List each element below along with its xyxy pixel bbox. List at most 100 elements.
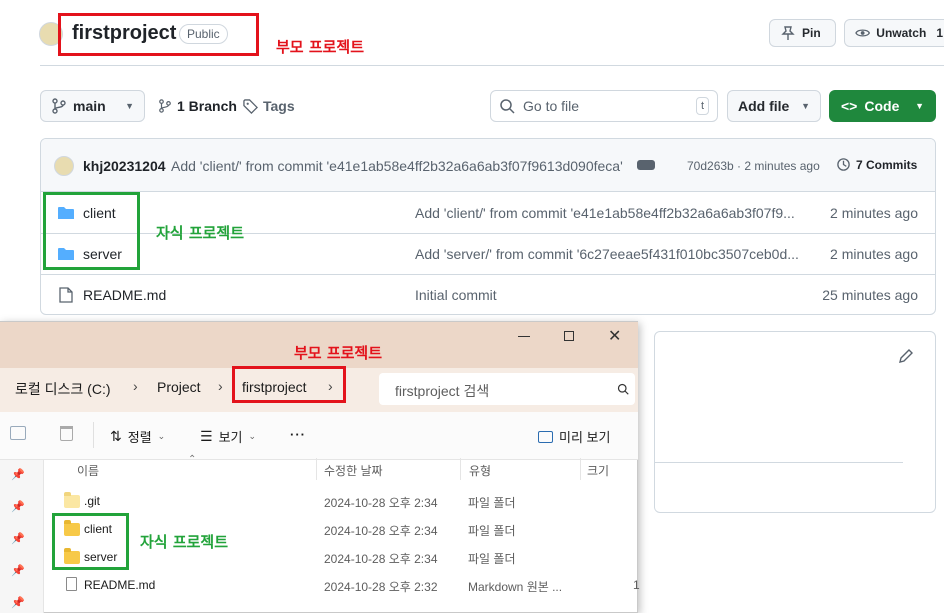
search-icon [617, 383, 629, 395]
delete-icon[interactable] [60, 426, 73, 441]
parent-project-annotation: 부모 프로젝트 [276, 38, 365, 56]
pin-icon[interactable]: 📌 [11, 532, 25, 545]
pin-button[interactable]: Pin [769, 19, 836, 47]
tags-link[interactable]: Tags [243, 98, 295, 114]
child-highlight-box [43, 192, 140, 270]
share-icon[interactable] [10, 426, 26, 440]
commit-message[interactable]: Add 'client/' from commit 'e41e1ab58e4ff… [171, 158, 627, 174]
file-name[interactable]: README.md [83, 287, 166, 303]
file-commit-time: 2 minutes ago [830, 246, 918, 262]
column-header-type[interactable]: 유형 [469, 462, 491, 479]
chevron-down-icon: ⌄ [157, 431, 166, 441]
parent-project-annotation-explorer: 부모 프로젝트 [294, 344, 383, 362]
explorer-row[interactable]: server 2024-10-28 오후 2:34 파일 폴더 [44, 543, 638, 571]
file-commit-message[interactable]: Initial commit [415, 287, 803, 303]
row-modified: 2024-10-28 오후 2:34 [324, 524, 438, 538]
code-label: Code [864, 98, 900, 114]
file-explorer-window: ✕ 로컬 디스크 (C:) › Project › firstproject ›… [0, 321, 640, 613]
header-divider [40, 65, 944, 66]
explorer-row[interactable]: .git 2024-10-28 오후 2:34 파일 폴더 [44, 487, 638, 515]
row-modified: 2024-10-28 오후 2:34 [324, 496, 438, 510]
row-size: 1 [633, 578, 640, 592]
branch-icon [52, 98, 66, 114]
minimize-button[interactable] [518, 336, 530, 337]
parent-highlight-box [58, 13, 259, 56]
explorer-row[interactable]: client 2024-10-28 오후 2:34 파일 폴더 [44, 515, 638, 543]
unwatch-button[interactable]: Unwatch 1 [844, 19, 944, 47]
chevron-down-icon: ▼ [915, 101, 924, 111]
edit-pencil-icon[interactable] [898, 348, 914, 364]
row-name: README.md [84, 578, 156, 592]
row-type: 파일 폴더 [468, 496, 516, 510]
commits-link[interactable]: 7 Commits [836, 157, 917, 172]
column-divider [316, 458, 317, 480]
code-button[interactable]: <> Code ▼ [829, 90, 936, 122]
markdown-file-icon [66, 577, 77, 591]
about-divider [655, 462, 903, 463]
go-to-file-placeholder: Go to file [523, 98, 580, 114]
folder-icon [64, 492, 80, 508]
chevron-down-icon: ▼ [125, 101, 134, 111]
parent-highlight-box-explorer [232, 366, 346, 403]
more-options-button[interactable]: ··· [290, 427, 306, 442]
add-file-button[interactable]: Add file ▼ [727, 90, 821, 122]
toolbar-divider [93, 422, 94, 448]
column-header-name[interactable]: 이름 [77, 462, 99, 479]
column-header-size[interactable]: 크기 [587, 462, 609, 479]
sort-button[interactable]: ⇅ 정렬 ⌄ [110, 427, 165, 446]
search-icon [500, 99, 515, 114]
file-commit-time: 2 minutes ago [830, 205, 918, 221]
file-commit-message[interactable]: Add 'server/' from commit '6c27eeae5f431… [415, 246, 803, 262]
commits-count: 7 Commits [856, 157, 918, 172]
row-modified: 2024-10-28 오후 2:34 [324, 552, 438, 566]
chevron-down-icon: ▼ [801, 101, 810, 111]
file-icon [59, 287, 73, 303]
code-brackets-icon: <> [841, 98, 858, 114]
preview-pane-button[interactable]: 미리 보기 [538, 427, 610, 446]
author-avatar[interactable] [54, 156, 74, 176]
watch-count: 1 [936, 26, 943, 40]
file-row[interactable]: README.md Initial commit 25 minutes ago [41, 275, 935, 314]
pin-icon[interactable]: 📌 [11, 564, 25, 577]
unwatch-label: Unwatch [876, 26, 927, 40]
go-to-file-input[interactable]: Go to file t [490, 90, 718, 122]
child-project-annotation: 자식 프로젝트 [156, 224, 245, 242]
explorer-row[interactable]: README.md 2024-10-28 오후 2:32 Markdown 원본… [44, 571, 640, 599]
close-button[interactable]: ✕ [608, 326, 621, 346]
commit-details-button[interactable] [637, 160, 655, 170]
chevron-right-icon: › [133, 378, 138, 394]
sort-indicator-icon: ⌃ [188, 454, 197, 465]
sort-label: 정렬 [127, 430, 152, 445]
tag-icon [243, 98, 258, 114]
pin-label: Pin [802, 26, 821, 40]
breadcrumb-project[interactable]: Project [157, 379, 201, 395]
file-commit-time: 25 minutes ago [822, 287, 918, 303]
view-label: 보기 [218, 430, 243, 445]
row-type: 파일 폴더 [468, 524, 516, 538]
breadcrumb-drive[interactable]: 로컬 디스크 (C:) [15, 379, 111, 399]
column-header-modified[interactable]: 수정한 날짜 [324, 462, 383, 479]
add-file-label: Add file [738, 98, 790, 114]
child-highlight-box-explorer [52, 513, 129, 570]
maximize-button[interactable] [564, 331, 574, 341]
chevron-right-icon: › [218, 378, 223, 394]
row-type: 파일 폴더 [468, 552, 516, 566]
commit-hash-time[interactable]: 70d263b · 2 minutes ago [687, 159, 820, 173]
sort-icon: ⇅ [110, 428, 122, 444]
pin-icon[interactable]: 📌 [11, 468, 25, 481]
view-icon: ☰ [200, 428, 213, 444]
pin-icon[interactable]: 📌 [11, 596, 25, 609]
history-icon [837, 158, 850, 171]
view-button[interactable]: ☰ 보기 ⌄ [200, 427, 256, 446]
row-type: Markdown 원본 ... [468, 580, 563, 594]
shortcut-key: t [695, 97, 709, 115]
branch-selector[interactable]: main ▼ [40, 90, 145, 122]
row-modified: 2024-10-28 오후 2:32 [324, 580, 438, 594]
latest-commit-bar: khj20231204 Add 'client/' from commit 'e… [41, 139, 935, 192]
branch-count-link[interactable]: 1 Branch [158, 98, 237, 114]
file-commit-message[interactable]: Add 'client/' from commit 'e41e1ab58e4ff… [415, 205, 803, 221]
commit-author[interactable]: khj20231204 [83, 158, 166, 174]
explorer-search-input[interactable]: firstproject 검색 [379, 373, 635, 405]
pin-icon[interactable]: 📌 [11, 500, 25, 513]
eye-icon [855, 29, 871, 37]
